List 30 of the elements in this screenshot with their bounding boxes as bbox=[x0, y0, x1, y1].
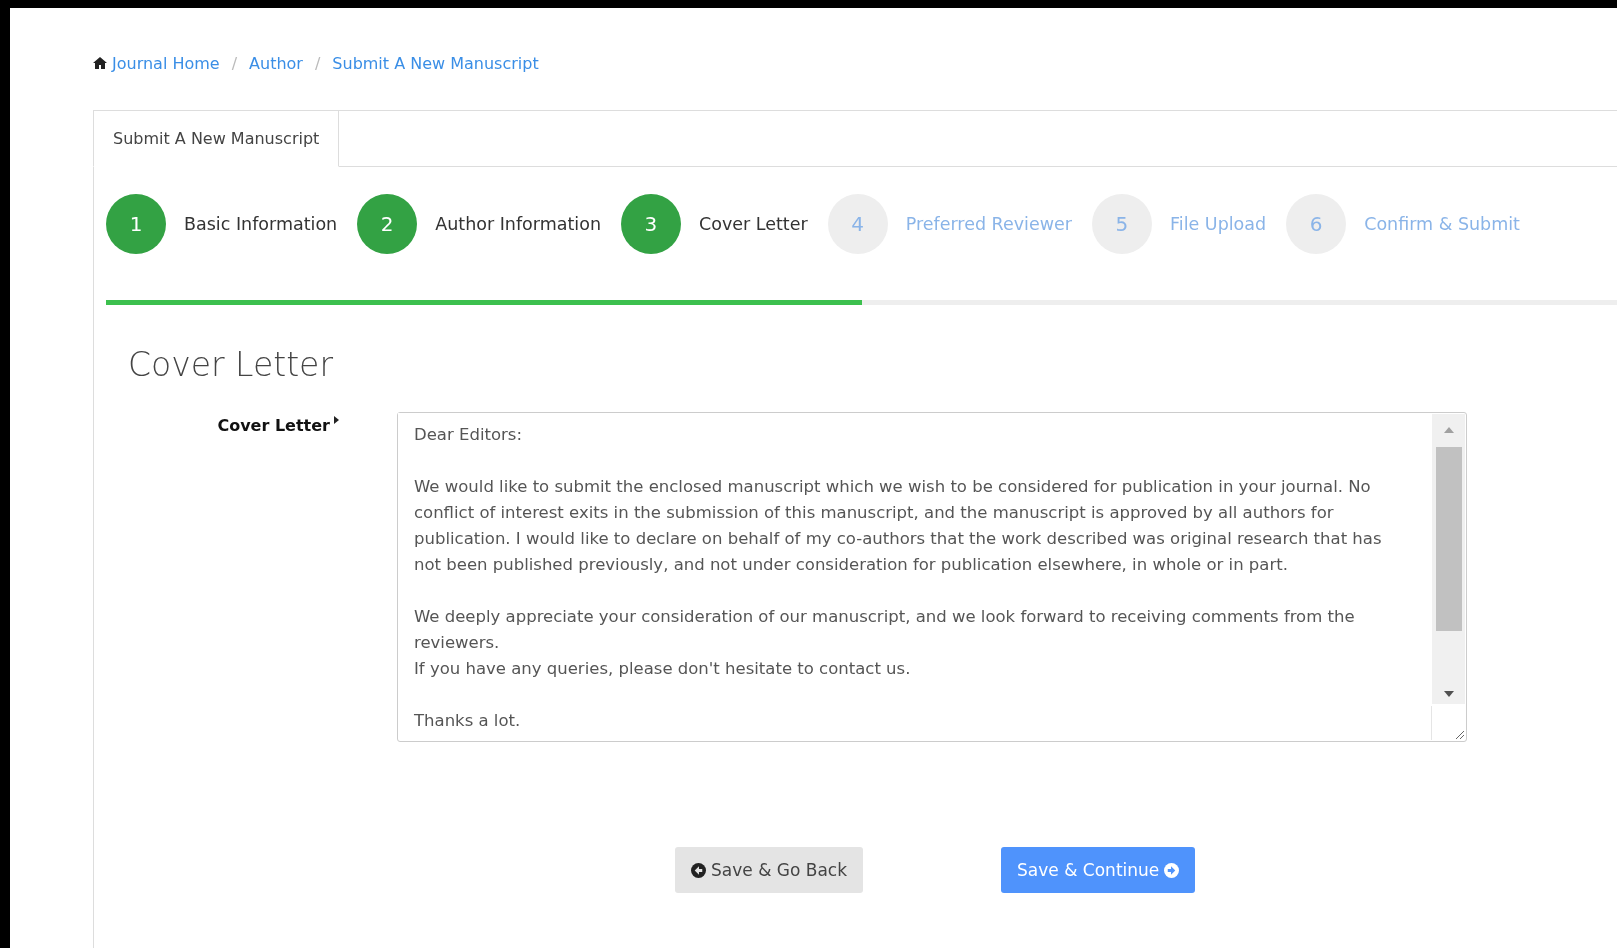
scrollbar[interactable] bbox=[1432, 414, 1465, 704]
section-title: Cover Letter bbox=[128, 345, 334, 384]
cover-letter-field[interactable]: Dear Editors: We would like to submit the enclosed manuscript which we wish to be considered for publication in your journal. No conflict of interest exits in the submission of this manuscript, and the manuscript is approved by all authors for publication. I would like to declare on behalf of my co-authors that the work described was original research that has not been published previously, and not under consideration for publication elsewhere, in whole or in part. We deeply appreciate your consideration of our manuscript, and we look forward to receiving comments from the reviewers. If you have any queries, please don't hesitate to contact us. Thanks a lot. bbox=[397, 412, 1467, 742]
step-label[interactable]: Cover Letter bbox=[699, 214, 808, 234]
step-number: 2 bbox=[357, 194, 418, 254]
arrow-left-icon bbox=[691, 862, 706, 878]
breadcrumb-separator: / bbox=[314, 53, 321, 73]
arrow-right-icon bbox=[1164, 862, 1180, 878]
step-label[interactable]: Author Information bbox=[435, 214, 601, 234]
breadcrumb-link[interactable]: Journal Home bbox=[93, 53, 220, 73]
save-back-button[interactable]: Save & Go Back bbox=[675, 847, 864, 893]
tab[interactable]: Submit A New Manuscript bbox=[93, 110, 340, 167]
step-number: 4 bbox=[827, 194, 888, 254]
scroll-down-icon[interactable] bbox=[1442, 690, 1455, 698]
resize-handle[interactable] bbox=[1431, 706, 1465, 740]
save-continue-button[interactable]: Save & Continue bbox=[1001, 847, 1196, 893]
step-label[interactable]: Confirm & Submit bbox=[1364, 214, 1520, 234]
step-number: 1 bbox=[106, 194, 166, 254]
breadcrumb-link[interactable]: Submit A New Manuscript bbox=[332, 53, 539, 73]
step-label[interactable]: Basic Information bbox=[184, 214, 338, 234]
step-number: 6 bbox=[1286, 194, 1347, 254]
scroll-up-icon[interactable] bbox=[1442, 426, 1455, 434]
field-label: Cover Letter bbox=[217, 416, 330, 435]
home-icon bbox=[93, 57, 107, 69]
step-label[interactable]: File Upload bbox=[1170, 214, 1267, 234]
step-number: 5 bbox=[1092, 194, 1152, 254]
step-label[interactable]: Preferred Reviewer bbox=[905, 214, 1072, 234]
breadcrumb-link[interactable]: Author bbox=[249, 53, 303, 73]
breadcrumb-separator: / bbox=[231, 53, 238, 73]
step-number: 3 bbox=[621, 194, 681, 254]
